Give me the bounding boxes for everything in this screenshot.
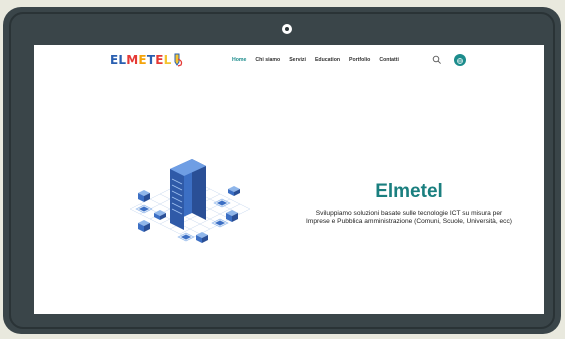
nav-contatti[interactable]: Contatti <box>379 57 399 63</box>
globe-icon <box>457 58 463 64</box>
logo-letters: ELMETEL <box>110 53 171 67</box>
hero-title: Elmetel <box>375 181 443 202</box>
site-header: ELMETEL Home Chi siamo Servizi Education… <box>34 45 544 77</box>
website-screen: ELMETEL Home Chi siamo Servizi Education… <box>34 45 544 314</box>
site-logo[interactable]: ELMETEL <box>110 53 184 69</box>
logo-letter: E <box>138 53 147 67</box>
nav-portfolio[interactable]: Portfolio <box>349 57 370 63</box>
nav-chi-siamo[interactable]: Chi siamo <box>255 57 280 63</box>
nav-education[interactable]: Education <box>315 57 340 63</box>
nav-home[interactable]: Home <box>232 57 246 63</box>
logo-letter: E <box>155 53 164 67</box>
nav-servizi[interactable]: Servizi <box>289 57 306 63</box>
hero-subtitle-line-2: Imprese e Pubblica amministrazione (Comu… <box>306 218 512 225</box>
search-icon[interactable] <box>432 55 442 65</box>
logo-letter: L <box>163 53 172 67</box>
logo-letter: M <box>126 53 139 67</box>
server-network-illustration <box>130 159 250 243</box>
language-button[interactable] <box>454 54 466 66</box>
pencil-icon <box>174 53 183 67</box>
logo-letter: T <box>146 53 156 67</box>
main-navigation: Home Chi siamo Servizi Education Portfol… <box>232 57 408 63</box>
hero-subtitle-line-1: Sviluppiamo soluzioni basate sulle tecno… <box>315 210 503 217</box>
camera-icon <box>282 24 292 34</box>
hero-subtitle: Sviluppiamo soluzioni basate sulle tecno… <box>256 210 544 226</box>
